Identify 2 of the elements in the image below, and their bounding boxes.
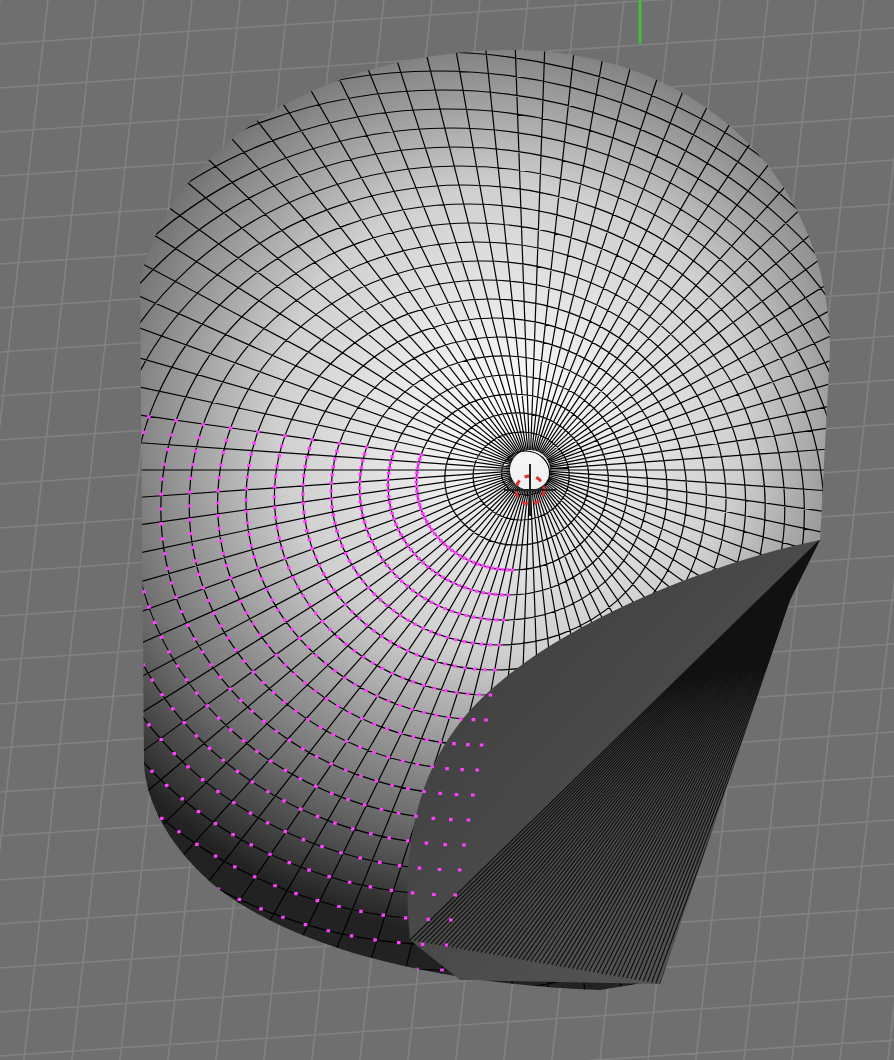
axis-line	[638, 0, 642, 44]
cursor-icon	[503, 463, 557, 517]
